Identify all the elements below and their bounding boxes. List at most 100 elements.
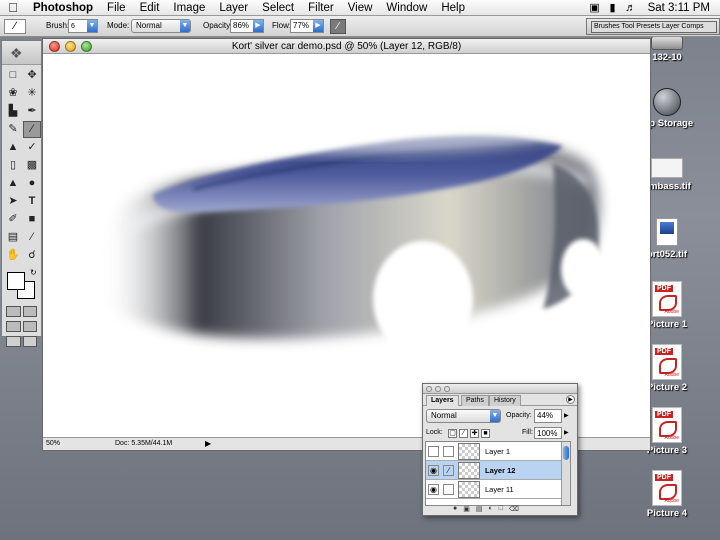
palette-menu-icon[interactable]: ▶ xyxy=(566,395,575,404)
menu-file[interactable]: File xyxy=(100,0,133,16)
layer-row[interactable]: ◉ ∕ Layer 12 xyxy=(426,461,570,480)
zoom-level[interactable]: 50% xyxy=(46,438,60,450)
layer-blend-mode-select[interactable]: Normal ▼ xyxy=(426,409,501,423)
brush-tool-icon[interactable]: ⁄ xyxy=(4,19,26,34)
scrollbar-thumb[interactable] xyxy=(563,446,569,460)
move-tool-icon[interactable]: ✥ xyxy=(23,67,41,84)
lock-image-icon[interactable]: ⁄ xyxy=(459,429,468,438)
paintbrush-icon[interactable]: ∕ xyxy=(443,465,454,476)
volume-icon[interactable]: ♬ xyxy=(622,2,640,14)
lock-position-icon[interactable]: ✚ xyxy=(470,429,479,438)
chevron-right-icon[interactable]: ▶ xyxy=(564,429,569,436)
close-button[interactable] xyxy=(49,41,60,52)
document-title-bar[interactable]: Kort' silver car demo.psd @ 50% (Layer 1… xyxy=(43,39,650,54)
lasso-tool-icon[interactable]: ❀ xyxy=(4,85,22,102)
blend-mode-select[interactable]: Normal ▼ xyxy=(131,19,191,33)
trash-icon[interactable]: ⌫ xyxy=(509,505,519,514)
zoom-button[interactable] xyxy=(81,41,92,52)
pen-tool-icon[interactable]: ✐ xyxy=(4,211,22,228)
menu-filter[interactable]: Filter xyxy=(301,0,341,16)
minimize-button[interactable] xyxy=(65,41,76,52)
screen-mode-full-icon[interactable] xyxy=(22,321,37,332)
layer-row[interactable]: ◉ Layer 11 xyxy=(426,480,570,499)
link-toggle[interactable] xyxy=(443,446,454,457)
adjustment-layer-icon[interactable]: ◐ xyxy=(488,505,492,514)
palette-close-button[interactable] xyxy=(426,386,432,392)
tab-history[interactable]: History xyxy=(489,395,521,406)
layers-palette-titlebar[interactable] xyxy=(423,384,577,394)
eye-icon[interactable]: ◉ xyxy=(428,484,439,495)
brush-preset-picker[interactable]: 6 ▼ xyxy=(68,19,98,33)
history-brush-tool-icon[interactable]: ✓ xyxy=(23,139,41,156)
menubar-clock[interactable]: Sat 3:11 PM xyxy=(640,2,720,14)
input-menu-icon[interactable]: ▣ xyxy=(586,1,604,14)
zoom-tool-icon[interactable]: ☌ xyxy=(23,247,41,264)
palette-well-tabs[interactable]: Brushes Tool Presets Layer Comps xyxy=(591,21,717,33)
fill-field[interactable]: 100% xyxy=(534,427,562,439)
apple-menu-icon[interactable]:  xyxy=(0,0,26,15)
screen-mode-standard-icon[interactable] xyxy=(6,321,21,332)
battery-icon[interactable]: ▮ xyxy=(604,1,622,14)
link-toggle[interactable] xyxy=(443,484,454,495)
notes-tool-icon[interactable]: ▤ xyxy=(4,229,22,246)
jump-to-imageready-icon[interactable] xyxy=(6,336,21,347)
tab-paths[interactable]: Paths xyxy=(461,395,489,406)
doc-size-info[interactable]: Doc: 5.35M/44.1M xyxy=(115,438,172,450)
blur-tool-icon[interactable]: ▲ xyxy=(4,175,22,192)
shape-tool-icon[interactable]: ■ xyxy=(23,211,41,228)
menu-app-photoshop[interactable]: Photoshop xyxy=(26,0,100,16)
menu-edit[interactable]: Edit xyxy=(133,0,167,16)
chevron-right-icon[interactable]: ▶ xyxy=(564,412,569,419)
layer-set-icon[interactable]: ▤ xyxy=(476,505,483,514)
crop-tool-icon[interactable]: ▙ xyxy=(4,103,22,120)
quick-mask-mode-icon[interactable] xyxy=(22,306,37,317)
pdf-small-label: Adobe xyxy=(664,309,679,315)
slice-tool-icon[interactable]: ✒ xyxy=(23,103,41,120)
new-layer-icon[interactable]: □ xyxy=(499,505,503,514)
layer-list-scrollbar[interactable] xyxy=(561,442,570,505)
palette-minimize-button[interactable] xyxy=(435,386,441,392)
layer-mask-icon[interactable]: ▣ xyxy=(463,505,470,514)
menu-window[interactable]: Window xyxy=(379,0,434,16)
eraser-tool-icon[interactable]: ▯ xyxy=(4,157,22,174)
marquee-tool-icon[interactable]: □ xyxy=(4,67,22,84)
tab-layers[interactable]: Layers xyxy=(426,395,459,406)
lock-all-icon[interactable]: ■ xyxy=(481,429,490,438)
hard-disk-icon xyxy=(651,36,683,50)
lock-transparency-icon[interactable]: ▢ xyxy=(448,429,457,438)
status-menu-arrow-icon[interactable]: ▶ xyxy=(205,438,211,450)
menu-view[interactable]: View xyxy=(341,0,380,16)
standard-mode-icon[interactable] xyxy=(6,306,21,317)
edit-in-imageready-icon[interactable] xyxy=(22,336,37,347)
gradient-tool-icon[interactable]: ▩ xyxy=(23,157,41,174)
healing-brush-tool-icon[interactable]: ✎ xyxy=(4,121,22,138)
palette-zoom-button[interactable] xyxy=(444,386,450,392)
layer-style-icon[interactable]: ● xyxy=(453,505,457,514)
dodge-tool-icon[interactable]: ● xyxy=(23,175,41,192)
eyedropper-tool-icon[interactable]: ⁄ xyxy=(23,229,41,246)
menu-help[interactable]: Help xyxy=(434,0,472,16)
path-selection-tool-icon[interactable]: ➤ xyxy=(4,193,22,210)
opacity-field[interactable]: 86% ▶ xyxy=(230,19,264,33)
hand-tool-icon[interactable]: ✋ xyxy=(4,247,22,264)
swap-colors-icon[interactable]: ↻ xyxy=(30,268,37,277)
opacity-label: Opacity: xyxy=(203,21,233,30)
brush-tool-icon[interactable]: ∕ xyxy=(23,121,41,138)
layer-opacity-field[interactable]: 44% xyxy=(534,409,562,423)
document-canvas[interactable] xyxy=(43,54,650,438)
flow-field[interactable]: 77% ▶ xyxy=(290,19,324,33)
foreground-color-swatch[interactable] xyxy=(7,272,25,290)
eye-icon[interactable]: ◉ xyxy=(428,465,439,476)
airbrush-toggle-icon[interactable]: ∕ xyxy=(330,19,346,34)
menu-select[interactable]: Select xyxy=(255,0,301,16)
toolbox-header[interactable]: ❖ xyxy=(2,41,41,65)
desktop-icon-pdf[interactable]: PDF Adobe Picture 4 xyxy=(632,470,702,519)
clone-stamp-tool-icon[interactable]: ▲ xyxy=(4,139,22,156)
type-tool-icon[interactable]: T xyxy=(23,193,41,210)
layer-row[interactable]: Layer 1 xyxy=(426,442,570,461)
menu-image[interactable]: Image xyxy=(166,0,212,16)
visibility-toggle[interactable] xyxy=(428,446,439,457)
menu-layer[interactable]: Layer xyxy=(212,0,255,16)
magic-wand-tool-icon[interactable]: ✳ xyxy=(23,85,41,102)
layer-thumbnail xyxy=(458,462,480,479)
